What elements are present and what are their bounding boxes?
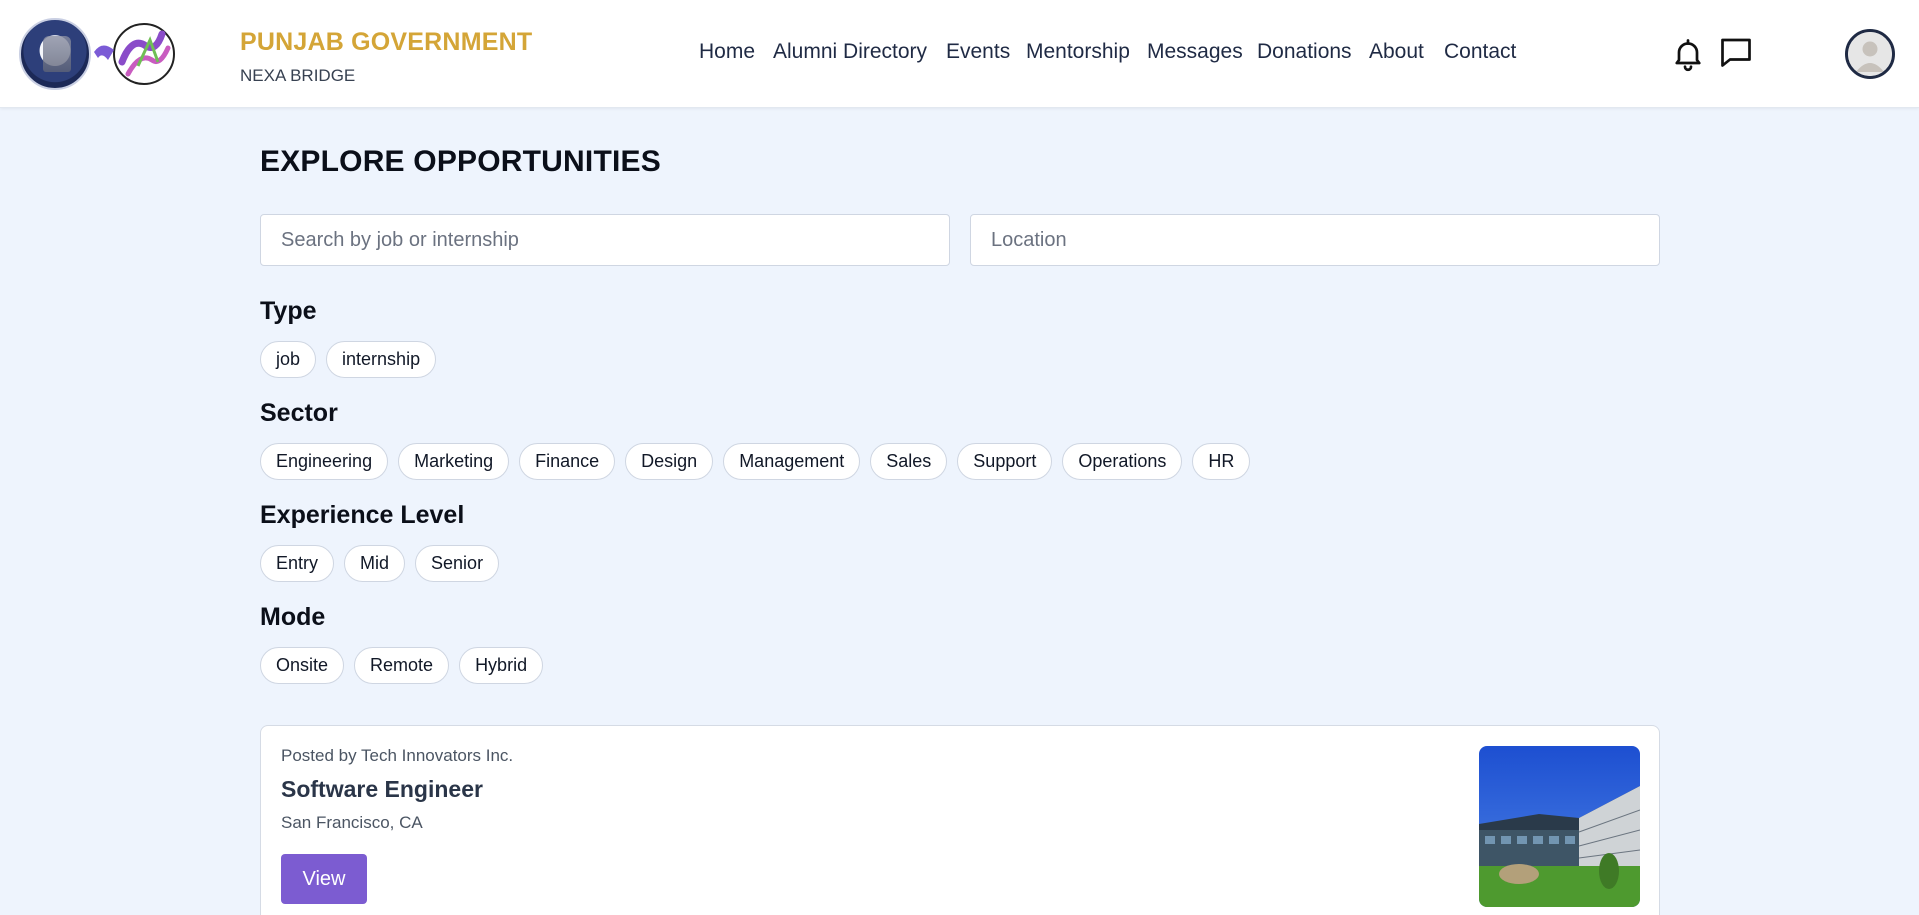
- filter-mode-label: Mode: [260, 603, 326, 631]
- nav-messages[interactable]: Messages: [1147, 40, 1243, 64]
- nav-contact[interactable]: Contact: [1444, 40, 1516, 64]
- chip-sector-design[interactable]: Design: [625, 443, 714, 480]
- chip-experience-mid[interactable]: Mid: [344, 545, 406, 582]
- view-button[interactable]: View: [281, 854, 367, 904]
- filter-type-label: Type: [260, 297, 317, 325]
- chip-experience-senior[interactable]: Senior: [415, 545, 500, 582]
- filter-type-chips: job internship: [260, 341, 437, 378]
- search-input[interactable]: [260, 214, 950, 266]
- filter-experience-chips: Entry Mid Senior: [260, 545, 500, 582]
- bell-icon[interactable]: [1670, 36, 1706, 72]
- chip-mode-onsite[interactable]: Onsite: [260, 647, 345, 684]
- filter-sector-chips: Engineering Marketing Finance Design Man…: [260, 443, 1251, 480]
- nav-home[interactable]: Home: [699, 40, 755, 64]
- location-input[interactable]: [970, 214, 1660, 266]
- brand-subtitle: NEXA BRIDGE: [240, 66, 356, 85]
- nexa-bridge-logo[interactable]: [88, 22, 178, 86]
- chip-mode-remote[interactable]: Remote: [354, 647, 450, 684]
- chip-sector-engineering[interactable]: Engineering: [260, 443, 389, 480]
- chip-type-internship[interactable]: internship: [326, 341, 437, 378]
- opportunity-location: San Francisco, CA: [281, 813, 423, 832]
- chat-bubble-icon[interactable]: [1718, 34, 1754, 70]
- nav-alumni-directory[interactable]: Alumni Directory: [773, 40, 927, 64]
- chip-sector-operations[interactable]: Operations: [1062, 443, 1183, 480]
- chip-mode-hybrid[interactable]: Hybrid: [459, 647, 544, 684]
- chip-sector-sales[interactable]: Sales: [870, 443, 948, 480]
- opportunity-image: [1479, 746, 1640, 907]
- chip-sector-marketing[interactable]: Marketing: [398, 443, 510, 480]
- chip-sector-hr[interactable]: HR: [1192, 443, 1251, 480]
- opportunity-posted-by: Posted by Tech Innovators Inc.: [281, 746, 514, 765]
- chip-sector-finance[interactable]: Finance: [519, 443, 616, 480]
- filter-sector-label: Sector: [260, 399, 338, 427]
- brand-title: PUNJAB GOVERNMENT: [240, 28, 533, 56]
- page-title: EXPLORE OPPORTUNITIES: [260, 145, 661, 178]
- chip-sector-support[interactable]: Support: [957, 443, 1053, 480]
- chip-experience-entry[interactable]: Entry: [260, 545, 335, 582]
- user-avatar-icon[interactable]: [1845, 29, 1895, 79]
- nav-mentorship[interactable]: Mentorship: [1026, 40, 1130, 64]
- opportunity-card: Posted by Tech Innovators Inc. Software …: [260, 725, 1660, 915]
- nav-donations[interactable]: Donations: [1257, 40, 1352, 64]
- government-emblem-logo[interactable]: [19, 18, 91, 90]
- opportunity-title: Software Engineer: [281, 776, 483, 802]
- nav-events[interactable]: Events: [946, 40, 1010, 64]
- filter-mode-chips: Onsite Remote Hybrid: [260, 647, 544, 684]
- filter-experience-label: Experience Level: [260, 501, 465, 529]
- top-header: PUNJAB GOVERNMENT NEXA BRIDGE Home Alumn…: [0, 0, 1919, 108]
- chip-type-job[interactable]: job: [260, 341, 317, 378]
- chip-sector-management[interactable]: Management: [723, 443, 861, 480]
- nav-about[interactable]: About: [1369, 40, 1424, 64]
